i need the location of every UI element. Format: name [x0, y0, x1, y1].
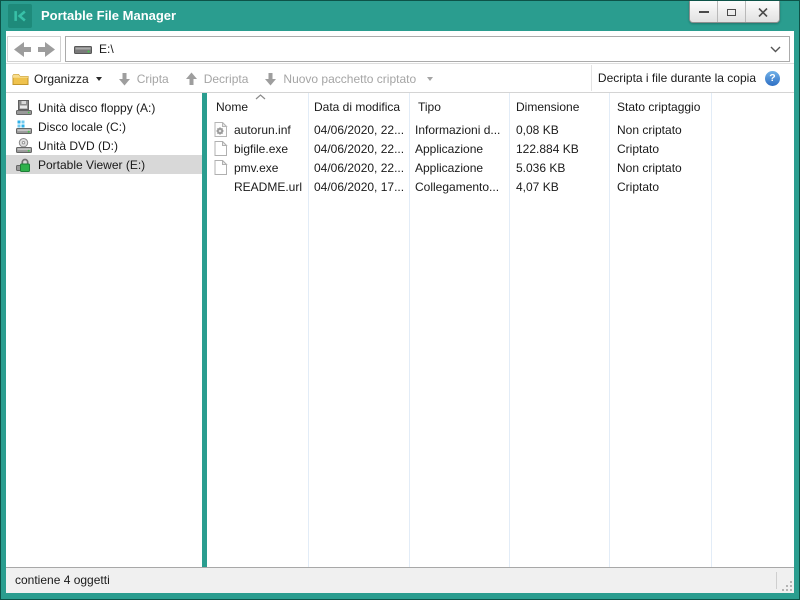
close-icon [758, 8, 768, 17]
window-title: Portable File Manager [41, 1, 176, 31]
file-size: 5.036 KB [509, 161, 609, 175]
portable-file-manager-window: Portable File Manager [0, 0, 800, 600]
sidebar-item-dvd-d[interactable]: Unità DVD (D:) [6, 136, 202, 155]
package-arrow-down-icon [263, 72, 278, 86]
sidebar-item-local-c[interactable]: Disco locale (C:) [6, 117, 202, 136]
organizza-dropdown-icon [96, 77, 102, 81]
maximize-button[interactable] [718, 1, 746, 23]
column-header-stato[interactable]: Stato criptaggio [609, 93, 711, 120]
file-name: README.url [234, 180, 302, 194]
file-modified: 04/06/2020, 22... [308, 161, 409, 175]
file-type: Collegamento... [409, 180, 509, 194]
nuovo-pacchetto-dropdown-icon [427, 77, 433, 81]
file-modified: 04/06/2020, 22... [308, 142, 409, 156]
nuovo-pacchetto-label: Nuovo pacchetto criptato [283, 72, 416, 86]
close-button[interactable] [746, 1, 779, 23]
sort-ascending-icon [255, 94, 266, 100]
file-row[interactable]: bigfile.exe 04/06/2020, 22... Applicazio… [207, 139, 794, 158]
column-header-label: Data di modifica [314, 100, 400, 114]
file-type: Applicazione [409, 142, 509, 156]
decrypt-on-copy-label: Decripta i file durante la copia [598, 71, 756, 85]
column-header-nome[interactable]: Nome [207, 93, 308, 120]
setup-file-icon [213, 122, 228, 137]
sidebar-item-label: Unità DVD (D:) [38, 139, 118, 153]
organizza-button[interactable]: Organizza [12, 72, 102, 86]
window-content: E:\ Organizza Cripta [6, 31, 794, 591]
status-separator [776, 572, 777, 589]
file-row[interactable]: README.url 04/06/2020, 17... Collegament… [207, 177, 794, 196]
file-icon [213, 141, 228, 156]
nav-history-buttons [7, 36, 61, 62]
navigation-bar: E:\ [6, 31, 794, 64]
decrypt-arrow-up-icon [184, 72, 199, 86]
file-name: autorun.inf [234, 123, 291, 137]
file-modified: 04/06/2020, 22... [308, 123, 409, 137]
file-modified: 04/06/2020, 17... [308, 180, 409, 194]
file-row[interactable]: pmv.exe 04/06/2020, 22... Applicazione 5… [207, 158, 794, 177]
file-encryption-status: Non criptato [609, 161, 711, 175]
file-name: pmv.exe [234, 161, 278, 175]
nuovo-pacchetto-button[interactable]: Nuovo pacchetto criptato [263, 72, 433, 86]
floppy-drive-icon [16, 100, 32, 116]
column-header-dimensione[interactable]: Dimensione [509, 93, 609, 120]
locked-drive-icon [16, 157, 32, 173]
file-size: 122.884 KB [509, 142, 609, 156]
column-header-label: Nome [216, 100, 248, 114]
file-icon [213, 160, 228, 175]
drive-icon [74, 43, 92, 55]
sidebar-item-label: Portable Viewer (E:) [38, 158, 145, 172]
sidebar-item-label: Unità disco floppy (A:) [38, 101, 155, 115]
sidebar-item-floppy-a[interactable]: Unità disco floppy (A:) [6, 98, 202, 117]
resize-grip[interactable] [781, 580, 792, 591]
back-button[interactable] [14, 42, 32, 57]
decripta-label: Decripta [204, 72, 249, 86]
cripta-button[interactable]: Cripta [117, 72, 169, 86]
encrypt-arrow-down-icon [117, 72, 132, 86]
address-value: E:\ [99, 42, 763, 56]
file-name: bigfile.exe [234, 142, 288, 156]
file-row[interactable]: autorun.inf 04/06/2020, 22... Informazio… [207, 120, 794, 139]
status-bar: contiene 4 oggetti [6, 567, 794, 593]
file-list: Nome Data di modifica Tipo Dimensione St… [207, 93, 794, 567]
drive-sidebar: Unità disco floppy (A:) Disco locale (C:… [6, 93, 202, 567]
no-icon [213, 179, 228, 194]
column-header-label: Stato criptaggio [617, 100, 700, 114]
file-encryption-status: Non criptato [609, 123, 711, 137]
decripta-button[interactable]: Decripta [184, 72, 249, 86]
file-size: 0,08 KB [509, 123, 609, 137]
sidebar-item-label: Disco locale (C:) [38, 120, 126, 134]
column-header-data[interactable]: Data di modifica [308, 93, 409, 120]
maximize-icon [727, 9, 736, 16]
sidebar-item-portable-e[interactable]: Portable Viewer (E:) [6, 155, 202, 174]
organizza-label: Organizza [34, 72, 89, 86]
address-bar[interactable]: E:\ [65, 36, 790, 62]
dvd-drive-icon [16, 138, 32, 154]
file-size: 4,07 KB [509, 180, 609, 194]
forward-button[interactable] [37, 42, 55, 57]
toolbar: Organizza Cripta Decripta Nuovo pacche [6, 65, 794, 93]
file-encryption-status: Criptato [609, 180, 711, 194]
help-icon[interactable]: ? [765, 71, 780, 86]
titlebar[interactable]: Portable File Manager [1, 1, 799, 31]
kaspersky-logo-icon [8, 4, 32, 28]
column-header-label: Tipo [418, 100, 441, 114]
status-text: contiene 4 oggetti [15, 568, 110, 593]
file-encryption-status: Criptato [609, 142, 711, 156]
minimize-icon [699, 11, 709, 13]
window-controls [689, 1, 780, 23]
cripta-label: Cripta [137, 72, 169, 86]
folder-icon [12, 72, 29, 86]
column-header-tipo[interactable]: Tipo [409, 93, 509, 120]
minimize-button[interactable] [690, 1, 718, 23]
toolbar-right-section: Decripta i file durante la copia ? [591, 65, 794, 91]
address-dropdown-icon[interactable] [770, 46, 781, 53]
main-area: Unità disco floppy (A:) Disco locale (C:… [6, 93, 794, 567]
file-type: Informazioni d... [409, 123, 509, 137]
file-type: Applicazione [409, 161, 509, 175]
local-disk-icon [16, 119, 32, 135]
column-header-label: Dimensione [516, 100, 579, 114]
